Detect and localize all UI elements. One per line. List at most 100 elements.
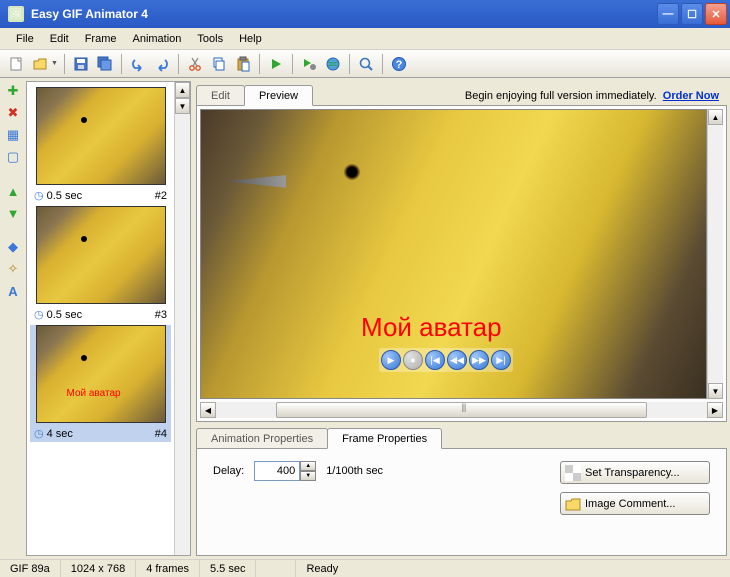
folder-icon <box>565 496 581 512</box>
open-file-icon[interactable] <box>29 53 51 75</box>
frames-scrollbar[interactable]: ▲ ▼ <box>174 82 190 555</box>
menu-edit[interactable]: Edit <box>42 30 77 48</box>
tab-frame-properties[interactable]: Frame Properties <box>327 428 442 449</box>
titlebar: 🖼 Easy GIF Animator 4 — ☐ ✕ <box>0 0 730 28</box>
delay-unit-label: 1/100th sec <box>326 461 383 477</box>
menu-tools[interactable]: Tools <box>189 30 231 48</box>
preview-vertical-scrollbar[interactable]: ▲ ▼ <box>707 109 723 399</box>
select-frames-icon[interactable]: ▦ <box>4 126 22 144</box>
frame-item[interactable]: ◷ 0.5 sec #3 <box>30 206 171 323</box>
frame-item[interactable]: ◷ 4 sec #4 <box>30 325 171 442</box>
set-transparency-button[interactable]: Set Transparency... <box>560 461 710 484</box>
main-area: ✚ ✖ ▦ ▢ ▲ ▼ ◆ ✧ A ◷ 0.5 sec #2 ◷ <box>0 78 730 559</box>
text-tool-icon[interactable]: A <box>4 282 22 300</box>
scroll-up-icon[interactable]: ▲ <box>708 109 723 125</box>
delete-frame-icon[interactable]: ✖ <box>4 104 22 122</box>
preview-horizontal-scrollbar[interactable]: ◀ ▶ <box>200 402 723 418</box>
scroll-thumb[interactable] <box>276 402 647 418</box>
image-comment-button[interactable]: Image Comment... <box>560 492 710 515</box>
add-frame-icon[interactable]: ✚ <box>4 82 22 100</box>
frames-list[interactable]: ◷ 0.5 sec #2 ◷ 0.5 sec #3 ◷ 4 sec #4 <box>27 82 174 555</box>
preview-container: Мой аватар ▶ ● |◀ ◀◀ ▶▶ ▶| ▲ ▼ <box>196 105 727 422</box>
wand-icon[interactable]: ✧ <box>4 260 22 278</box>
delay-input[interactable] <box>254 461 300 481</box>
spin-up-icon[interactable]: ▲ <box>300 461 316 471</box>
preview-image: Мой аватар ▶ ● |◀ ◀◀ ▶▶ ▶| <box>200 109 707 399</box>
copy-icon[interactable] <box>208 53 230 75</box>
overlay-text: Мой аватар <box>361 312 502 343</box>
tab-preview[interactable]: Preview <box>244 85 313 106</box>
next-frame-button[interactable]: ▶▶ <box>469 350 489 370</box>
order-now-link[interactable]: Order Now <box>663 90 719 102</box>
paste-icon[interactable] <box>232 53 254 75</box>
last-frame-button[interactable]: ▶| <box>491 350 511 370</box>
frame-item[interactable]: ◷ 0.5 sec #2 <box>30 87 171 204</box>
status-format: GIF 89a <box>0 560 61 577</box>
close-button[interactable]: ✕ <box>705 3 727 25</box>
menu-frame[interactable]: Frame <box>77 30 125 48</box>
save-all-icon[interactable] <box>94 53 116 75</box>
redo-icon[interactable] <box>151 53 173 75</box>
frame-delay: 4 sec <box>47 428 155 440</box>
tab-edit[interactable]: Edit <box>196 85 245 105</box>
help-icon[interactable]: ? <box>388 53 410 75</box>
frame-number: #2 <box>155 190 167 202</box>
promo-text: Begin enjoying full version immediately.… <box>465 90 727 105</box>
prev-frame-button[interactable]: ◀◀ <box>447 350 467 370</box>
scroll-up-icon[interactable]: ▲ <box>175 82 190 98</box>
save-icon[interactable] <box>70 53 92 75</box>
move-up-icon[interactable]: ▲ <box>4 182 22 200</box>
frame-number: #4 <box>155 428 167 440</box>
open-dropdown-icon[interactable]: ▼ <box>51 60 59 67</box>
globe-icon[interactable] <box>322 53 344 75</box>
menu-help[interactable]: Help <box>231 30 270 48</box>
play-settings-icon[interactable] <box>298 53 320 75</box>
scroll-down-icon[interactable]: ▼ <box>708 383 723 399</box>
clock-icon: ◷ <box>34 189 44 202</box>
play-icon[interactable] <box>265 53 287 75</box>
frame-thumbnail <box>36 87 166 185</box>
maximize-button[interactable]: ☐ <box>681 3 703 25</box>
new-file-icon[interactable] <box>5 53 27 75</box>
zoom-icon[interactable] <box>355 53 377 75</box>
playback-controls: ▶ ● |◀ ◀◀ ▶▶ ▶| <box>379 348 513 372</box>
effects-icon[interactable]: ◆ <box>4 238 22 256</box>
scroll-left-icon[interactable]: ◀ <box>200 402 216 418</box>
spin-down-icon[interactable]: ▼ <box>300 471 316 481</box>
status-empty <box>256 560 296 577</box>
properties-section: Animation Properties Frame Properties De… <box>196 426 727 556</box>
main-toolbar: ▼ ? <box>0 50 730 78</box>
menu-animation[interactable]: Animation <box>124 30 189 48</box>
bird-eye <box>342 162 362 182</box>
minimize-button[interactable]: — <box>657 3 679 25</box>
menu-file[interactable]: File <box>8 30 42 48</box>
clock-icon: ◷ <box>34 308 44 321</box>
first-frame-button[interactable]: |◀ <box>425 350 445 370</box>
right-panel: Edit Preview Begin enjoying full version… <box>196 78 730 559</box>
stop-button[interactable]: ● <box>403 350 423 370</box>
scroll-right-icon[interactable]: ▶ <box>707 402 723 418</box>
status-duration: 5.5 sec <box>200 560 256 577</box>
frame-properties-panel: Delay: ▲ ▼ 1/100th sec Set Transparency.… <box>196 448 727 556</box>
move-down-icon[interactable]: ▼ <box>4 204 22 222</box>
frame-thumbnail <box>36 206 166 304</box>
delay-spinner[interactable]: ▲ ▼ <box>254 461 316 481</box>
delay-label: Delay: <box>213 461 244 477</box>
clock-icon: ◷ <box>34 427 44 440</box>
scroll-down-icon[interactable]: ▼ <box>175 98 190 114</box>
status-size: 1024 x 768 <box>61 560 136 577</box>
frame-delay: 0.5 sec <box>47 190 155 202</box>
undo-icon[interactable] <box>127 53 149 75</box>
svg-text:?: ? <box>396 59 403 71</box>
app-title: Easy GIF Animator 4 <box>29 7 655 21</box>
tab-animation-properties[interactable]: Animation Properties <box>196 428 328 448</box>
cut-icon[interactable] <box>184 53 206 75</box>
app-icon: 🖼 <box>8 6 24 22</box>
deselect-frames-icon[interactable]: ▢ <box>4 148 22 166</box>
frames-panel: ◷ 0.5 sec #2 ◷ 0.5 sec #3 ◷ 4 sec #4 <box>26 81 191 556</box>
status-ready: Ready <box>296 560 730 577</box>
play-button[interactable]: ▶ <box>381 350 401 370</box>
menubar: File Edit Frame Animation Tools Help <box>0 28 730 50</box>
frame-thumbnail <box>36 325 166 423</box>
statusbar: GIF 89a 1024 x 768 4 frames 5.5 sec Read… <box>0 559 730 577</box>
